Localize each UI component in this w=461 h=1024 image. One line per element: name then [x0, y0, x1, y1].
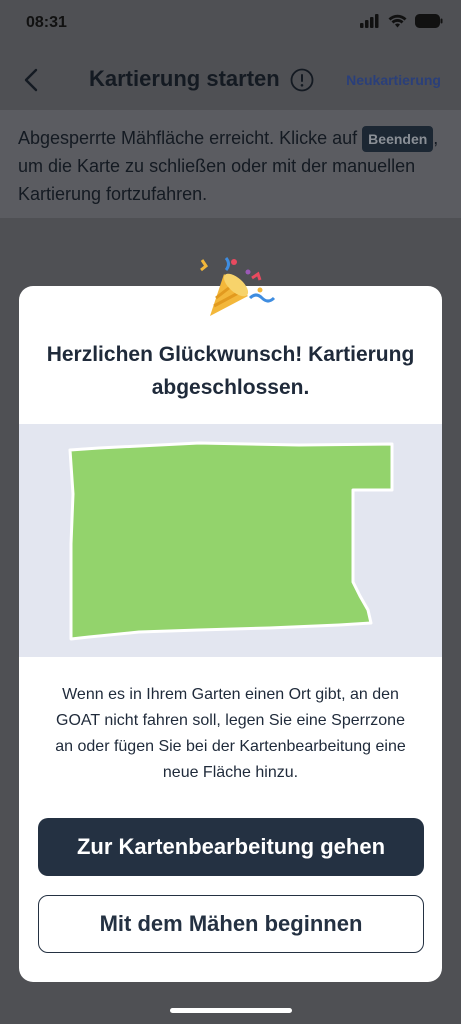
- dialog-title: Herzlichen Glückwunsch! Kartierung abges…: [46, 343, 415, 399]
- party-popper-icon: [200, 257, 276, 316]
- nav-bar: Kartierung starten Neukartierung: [0, 48, 461, 110]
- status-icons: [360, 14, 443, 28]
- mowing-area-shape: [68, 441, 394, 641]
- back-chevron-icon[interactable]: [18, 66, 46, 94]
- signal-icon: [360, 14, 379, 28]
- map-preview: [19, 424, 442, 657]
- battery-icon: [415, 14, 443, 28]
- go-to-map-editing-button[interactable]: Zur Kartenbearbeitung gehen: [38, 818, 424, 876]
- dialog-message: Wenn es in Ihrem Garten einen Ort gibt, …: [55, 686, 406, 781]
- remap-button[interactable]: Neukartierung: [346, 72, 441, 88]
- finish-pill: Beenden: [362, 126, 434, 152]
- status-bar: 08:31: [0, 0, 461, 48]
- home-indicator: [170, 1008, 292, 1013]
- page-title: Kartierung starten: [89, 66, 280, 91]
- banner-text-start: Abgesperrte Mähfläche erreicht. Klicke a…: [18, 128, 363, 148]
- wifi-icon: [388, 14, 407, 28]
- completion-dialog: Herzlichen Glückwunsch! Kartierung abges…: [19, 286, 442, 982]
- status-time: 08:31: [26, 14, 67, 31]
- hint-banner: Abgesperrte Mähfläche erreicht. Klicke a…: [0, 110, 461, 218]
- start-mowing-button[interactable]: Mit dem Mähen beginnen: [38, 895, 424, 953]
- info-icon[interactable]: [290, 68, 314, 92]
